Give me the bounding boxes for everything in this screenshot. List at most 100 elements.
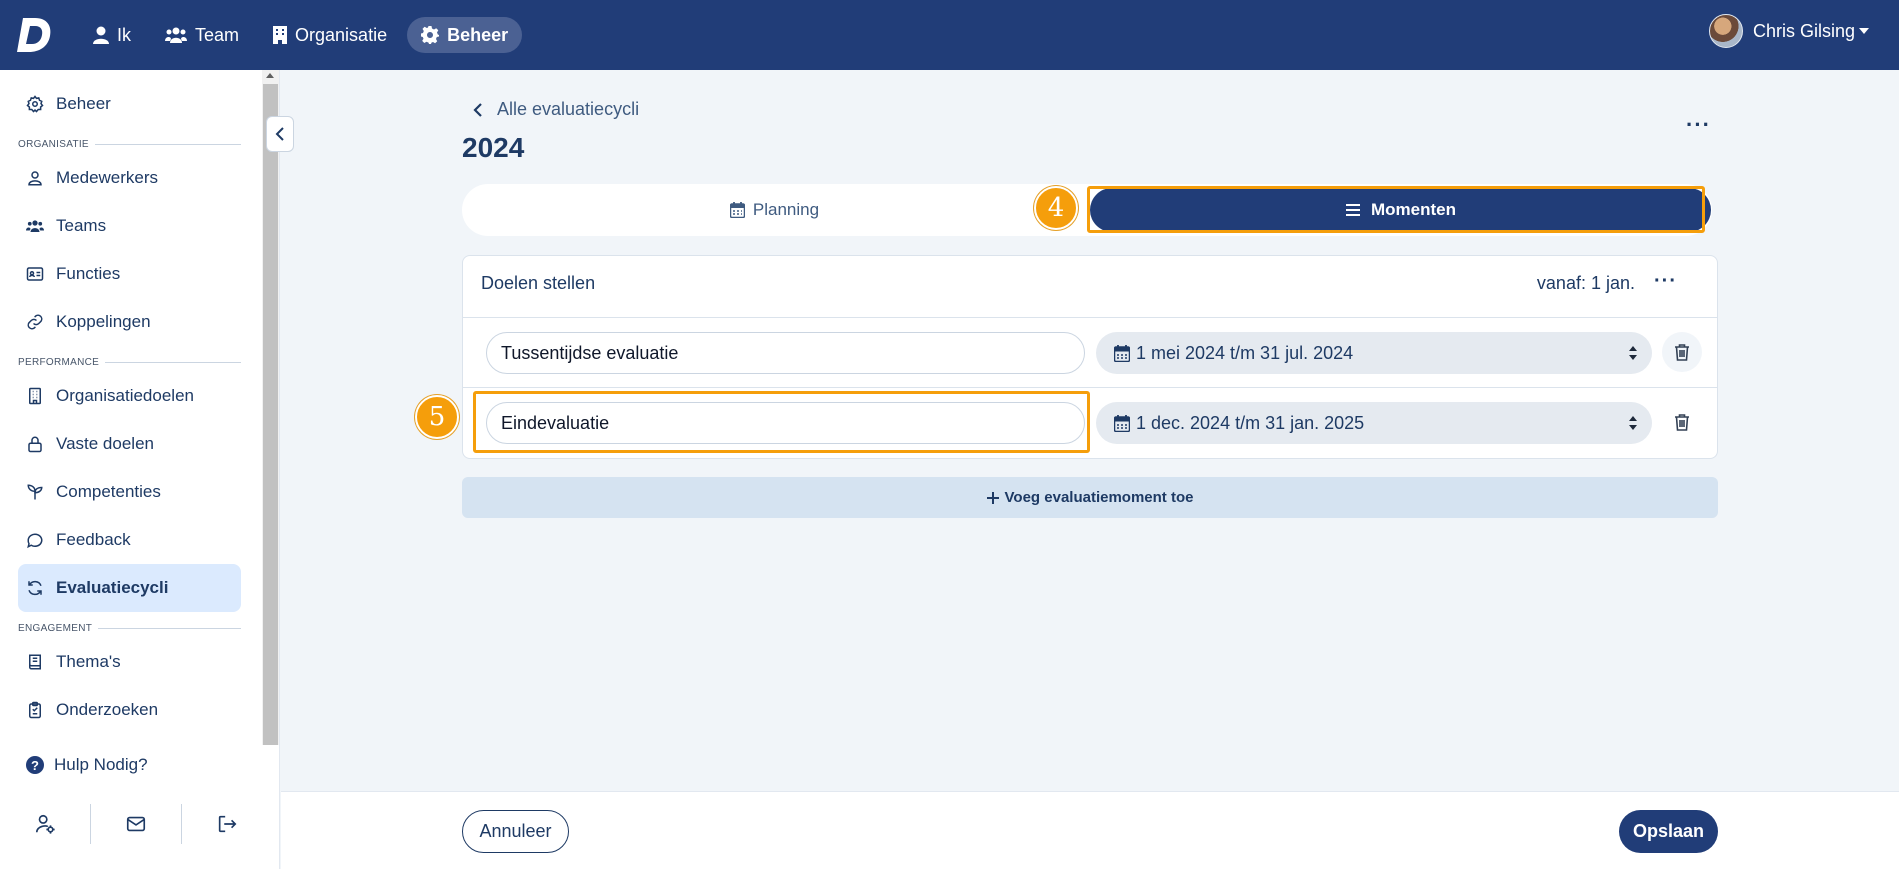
nav-organisatie-label: Organisatie [295,24,388,45]
chevron-left-icon [473,102,482,117]
tab-planning[interactable]: Planning [462,184,1087,236]
action-footer: Annuleer Opslaan [281,791,1899,869]
user-settings-button[interactable] [0,804,90,844]
plus-icon [986,491,999,504]
highlight-frame-step-4 [1087,186,1705,233]
sidebar-item-label: Koppelingen [56,312,151,331]
nav-beheer[interactable]: Beheer [407,17,523,53]
tab-planning-label: Planning [752,200,820,219]
sidebar-item-medewerkers[interactable]: Medewerkers [18,154,241,202]
moment-period-value: 1 dec. 2024 t/m 31 jan. 2025 [1136,412,1365,433]
user-icon [28,171,42,186]
sidebar-item-functies[interactable]: Functies [18,250,241,298]
scrollbar-thumb[interactable] [263,84,278,745]
nav-beheer-label: Beheer [447,24,509,45]
id-card-icon [26,267,44,281]
back-link-label: Alle evaluatiecycli [497,99,640,119]
collapse-sidebar-button[interactable] [266,116,294,152]
sidebar-item-teams[interactable]: Teams [18,202,241,250]
scroll-up-arrow-icon[interactable] [266,73,274,78]
sidebar-item-label: Beheer [56,94,111,113]
link-icon [27,314,43,330]
card-more-options-icon[interactable]: ··· [1654,270,1677,293]
sidebar-menu: Beheer ORGANISATIE Medewerkers Teams Fun… [0,70,260,745]
lock-icon [28,436,42,453]
nav-organisatie[interactable]: Organisatie [259,17,401,53]
gear-icon [26,95,44,113]
save-button[interactable]: Opslaan [1619,810,1718,853]
building-icon [29,387,41,405]
section-performance: PERFORMANCE [18,357,241,368]
question-circle-icon: ? [26,756,44,774]
top-navigation-bar: Ik Team Organisatie Beheer Chris Gilsing [0,0,1899,70]
users-icon [26,220,44,232]
sidebar-item-themas[interactable]: Thema's [18,638,241,686]
sidebar-item-koppelingen[interactable]: Koppelingen [18,298,241,346]
sidebar-item-onderzoeken[interactable]: Onderzoeken [18,686,241,734]
section-label: ORGANISATIE [18,139,89,150]
envelope-icon [126,816,146,832]
moment-period-select[interactable]: 1 dec. 2024 t/m 31 jan. 2025 [1096,402,1652,444]
avatar [1708,14,1743,48]
step-badge-5: 5 [415,395,459,439]
chevron-left-icon [275,127,284,141]
calendar-icon [1114,414,1130,432]
sort-caret-icon [1629,346,1637,360]
sidebar-item-label: Competenties [56,482,161,501]
section-label: PERFORMANCE [18,357,100,368]
highlight-frame-step-5 [473,391,1090,453]
help-label: Hulp Nodig? [54,755,148,774]
step-badge-4: 4 [1034,186,1078,230]
moment-period-value: 1 mei 2024 t/m 31 jul. 2024 [1136,342,1354,363]
sidebar-item-label: Vaste doelen [56,434,154,453]
card-title: Doelen stellen [481,273,596,293]
logout-icon [218,815,237,833]
messages-button[interactable] [91,804,181,844]
logout-button[interactable] [182,804,272,844]
page-more-options-icon[interactable]: ··· [1686,112,1711,138]
sidebar: Beheer ORGANISATIE Medewerkers Teams Fun… [0,70,280,869]
user-menu[interactable]: Chris Gilsing [1708,14,1869,48]
sidebar-scrollbar[interactable] [262,70,279,745]
sidebar-item-vaste-doelen[interactable]: Vaste doelen [18,420,241,468]
main-nav: Ik Team Organisatie Beheer [79,17,523,53]
caret-down-icon [1859,28,1869,34]
moment-row: Tussentijdse evaluatie 1 mei 2024 t/m 31… [463,318,1717,388]
sort-caret-icon [1629,416,1637,430]
sidebar-item-label: Evaluatiecycli [56,578,169,597]
add-evaluation-moment-button[interactable]: Voeg evaluatiemoment toe [462,477,1718,518]
clipboard-icon [29,701,41,719]
gear-icon [421,26,440,44]
app-logo[interactable] [17,16,53,54]
section-label: ENGAGEMENT [18,623,93,634]
nav-ik[interactable]: Ik [79,17,145,53]
sidebar-item-beheer[interactable]: Beheer [18,80,241,128]
section-engagement: ENGAGEMENT [18,623,241,634]
sidebar-item-evaluatiecycli[interactable]: Evaluatiecycli [18,564,241,612]
user-icon [93,26,109,44]
refresh-icon [28,580,42,596]
help-link[interactable]: ? Hulp Nodig? [26,755,148,775]
sidebar-item-competenties[interactable]: Competenties [18,468,241,516]
card-header: Doelen stellen vanaf: 1 jan. ··· [463,256,1717,318]
user-name: Chris Gilsing [1752,20,1855,41]
sidebar-item-label: Medewerkers [56,168,159,187]
sidebar-footer [0,800,279,848]
calendar-icon [1114,344,1130,362]
nav-team[interactable]: Team [151,17,253,53]
back-link[interactable]: Alle evaluatiecycli [473,99,639,120]
delete-moment-button[interactable] [1662,402,1702,442]
delete-moment-button[interactable] [1662,332,1702,372]
moment-period-select[interactable]: 1 mei 2024 t/m 31 jul. 2024 [1096,332,1652,374]
sidebar-item-label: Feedback [56,530,131,549]
sidebar-item-label: Thema's [56,652,121,671]
moment-name-input[interactable]: Tussentijdse evaluatie [486,332,1085,374]
calendar-icon [729,202,745,218]
cancel-button[interactable]: Annuleer [462,810,569,853]
nav-team-label: Team [195,24,240,45]
nav-ik-label: Ik [117,24,132,45]
sidebar-item-label: Onderzoeken [56,700,159,719]
sidebar-item-organisatiedoelen[interactable]: Organisatiedoelen [18,372,241,420]
section-organisatie: ORGANISATIE [18,139,241,150]
sidebar-item-feedback[interactable]: Feedback [18,516,241,564]
